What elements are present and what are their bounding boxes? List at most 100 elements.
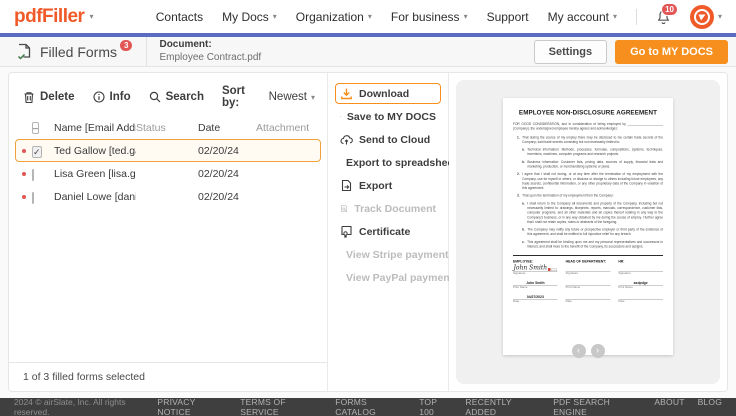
preview-background: EMPLOYEE NON-DISCLOSURE AGREEMENT FOR GO… (456, 80, 720, 384)
go-to-my-docs-button[interactable]: Go to MY DOCS (615, 40, 728, 64)
row-date: 02/20/24 (198, 168, 256, 180)
account-avatar-menu[interactable]: ▾ (690, 5, 722, 29)
nda-clause: b. The Company may notify any future or … (522, 228, 663, 237)
nav-support[interactable]: Support (487, 10, 529, 24)
document-page-preview: EMPLOYEE NON-DISCLOSURE AGREEMENT FOR GO… (503, 98, 673, 355)
footer-link-recently-added[interactable]: RECENTLY ADDED (465, 397, 540, 416)
copyright-text: 2024 © airSlate, Inc. All rights reserve… (14, 397, 157, 416)
download-icon (340, 87, 353, 100)
footer-links: PRIVACY NOTICE TERMS OF SERVICE FORMS CA… (157, 397, 722, 416)
column-header-date: Date (198, 122, 256, 134)
nav-contacts[interactable]: Contacts (156, 10, 203, 24)
export-icon (340, 179, 353, 192)
action-export-to-spreadsheet[interactable]: Export to spreadsheet NEW (335, 152, 441, 173)
nda-clause: b. Business information: Customer lists,… (522, 160, 663, 169)
chevron-down-icon: ▾ (464, 12, 468, 21)
footer-link-terms-of-service[interactable]: TERMS OF SERVICE (240, 397, 322, 416)
signature-column-employee: EMPLOYEE: John Smith Signature Joh (513, 260, 558, 307)
nda-clause: a. I shall return to the Company all doc… (522, 201, 663, 224)
row-name: Lisa Green [lisa.green@email.em] / 83.43… (54, 168, 136, 180)
document-preview-pane: EMPLOYEE NON-DISCLOSURE AGREEMENT FOR GO… (449, 73, 727, 391)
nda-clause: 1. That during the course of my employ t… (517, 135, 663, 144)
nav-for-business[interactable]: For business▾ (391, 10, 468, 24)
table-header-row: – Name [Email Address] / IP Status Date … (15, 117, 321, 139)
action-export[interactable]: Export (335, 175, 441, 196)
track-document-icon (340, 202, 348, 215)
nda-intro: FOR GOOD CONSIDERATION, and in considera… (513, 122, 663, 131)
row-checkbox[interactable] (32, 169, 34, 181)
chevron-down-icon: ▾ (613, 12, 617, 21)
notifications-button[interactable]: 10 (656, 9, 671, 25)
filled-forms-icon (16, 43, 33, 61)
action-download[interactable]: Download (335, 83, 441, 104)
signature-column-head-of-department: HEAD OF DEPARTMENT: Signature Print Name (566, 260, 611, 307)
document-label: Document: (159, 39, 261, 52)
previous-page-button[interactable]: ‹ (572, 344, 586, 358)
cloud-upload-icon (340, 133, 353, 146)
nda-clause: 3. That upon the termination of my emplo… (517, 194, 663, 199)
chevron-down-icon: ▾ (368, 12, 372, 21)
page-title: Filled Forms (40, 44, 117, 60)
chevron-down-icon: ▾ (273, 12, 277, 21)
action-view-paypal-payments: View PayPal payments (335, 267, 441, 288)
nda-clause: c. This agreement shall be binding upon … (522, 240, 663, 249)
column-header-status: Status (136, 122, 198, 134)
nda-title: EMPLOYEE NON-DISCLOSURE AGREEMENT (513, 109, 663, 116)
sort-dropdown[interactable]: Sort by: Newest ▾ (222, 85, 315, 109)
employee-signature: John Smith (514, 264, 548, 271)
document-name: Employee Contract.pdf (159, 52, 261, 65)
chevron-down-icon: ▾ (311, 93, 315, 102)
table-row[interactable]: ✓ Ted Gallow [ted.gallow@email.em] / 83.… (15, 139, 321, 162)
delete-button[interactable]: Delete (23, 91, 75, 104)
info-icon (93, 91, 105, 103)
unread-dot (22, 195, 26, 199)
search-button[interactable]: Search (149, 91, 204, 103)
page-header: Filled Forms 3 Document: Employee Contra… (0, 37, 736, 67)
main-card: Delete Info Search S (8, 72, 728, 392)
footer-link-forms-catalog[interactable]: FORMS CATALOG (335, 397, 406, 416)
next-page-button[interactable]: › (591, 344, 605, 358)
divider (146, 37, 147, 67)
nda-clause: a. Technical information: Methods, proce… (522, 148, 663, 157)
chevron-down-icon: ▾ (718, 12, 722, 21)
signature-column-hr: HR: Signature asdpdge Print Name (618, 260, 663, 307)
footer-link-top-100[interactable]: TOP 100 (419, 397, 452, 416)
footer-link-about[interactable]: ABOUT (654, 397, 684, 416)
pdffiller-logo[interactable]: pdfFiller (14, 6, 84, 28)
chevron-down-icon: ▾ (89, 12, 93, 21)
row-name: Ted Gallow [ted.gallow@email.em] / 83.4.… (54, 145, 136, 157)
certificate-icon (340, 225, 353, 238)
row-checkbox[interactable] (32, 192, 34, 204)
row-name: Daniel Lowe [daniel.lowe@email.em] / 83.… (54, 191, 136, 203)
app-window: pdfFiller ▾ Contacts My Docs▾ Organizati… (0, 0, 736, 416)
row-checkbox[interactable]: ✓ (32, 146, 42, 158)
divider (636, 9, 637, 25)
action-send-to-cloud[interactable]: Send to Cloud (335, 129, 441, 150)
trash-icon (23, 91, 35, 104)
unread-dot (22, 149, 26, 153)
list-toolbar: Delete Info Search S (9, 81, 327, 117)
header-actions: Settings Go to MY DOCS (534, 40, 728, 64)
page-navigation: ‹ › (572, 344, 605, 358)
nav-my-account[interactable]: My account▾ (548, 10, 617, 24)
select-all-checkbox[interactable]: – (32, 122, 39, 134)
footer-link-pdf-search-engine[interactable]: PDF SEARCH ENGINE (553, 397, 641, 416)
filled-forms-count-badge: 3 (120, 40, 132, 51)
brand[interactable]: pdfFiller ▾ (14, 6, 93, 28)
table-row[interactable]: Daniel Lowe [daniel.lowe@email.em] / 83.… (15, 185, 321, 208)
info-button[interactable]: Info (93, 91, 131, 103)
top-navigation-bar: pdfFiller ▾ Contacts My Docs▾ Organizati… (0, 0, 736, 33)
action-save-to-my-docs[interactable]: Save to MY DOCS (335, 106, 441, 127)
action-certificate[interactable]: Certificate (335, 221, 441, 242)
settings-button[interactable]: Settings (534, 40, 607, 64)
document-actions-pane: Download Save to MY DOCS Send to Cloud (327, 73, 449, 391)
table-row[interactable]: Lisa Green [lisa.green@email.em] / 83.43… (15, 162, 321, 185)
sort-by-label: Sort by: (222, 85, 265, 109)
column-header-attachment: Attachment (256, 122, 310, 134)
signature-block: EMPLOYEE: John Smith Signature Joh (513, 255, 663, 307)
nav-my-docs[interactable]: My Docs▾ (222, 10, 277, 24)
nav-organization[interactable]: Organization▾ (296, 10, 372, 24)
footer-link-blog[interactable]: BLOG (698, 397, 722, 416)
footer-link-privacy-notice[interactable]: PRIVACY NOTICE (157, 397, 227, 416)
airslate-logo-icon (693, 8, 711, 26)
